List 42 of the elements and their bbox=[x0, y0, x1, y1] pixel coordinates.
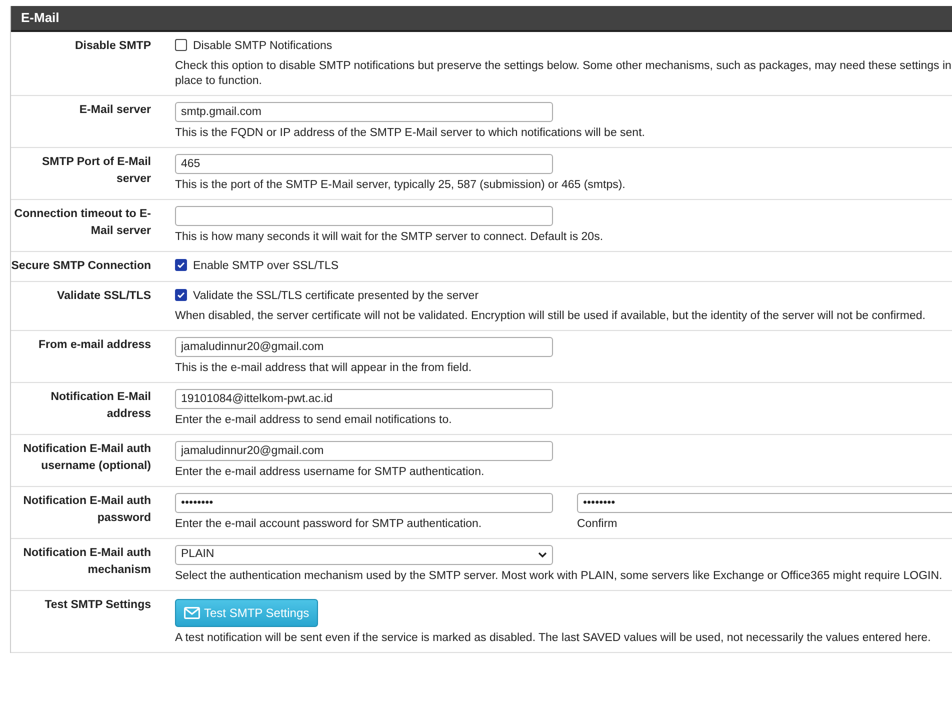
checkbox-label: Enable SMTP over SSL/TLS bbox=[193, 260, 339, 272]
panel-title: E-Mail bbox=[11, 6, 952, 32]
field-label: Notification E-Mail auth password bbox=[22, 494, 151, 526]
input-field[interactable]: smtp.gmail.com bbox=[175, 102, 553, 122]
help-text: Confirm bbox=[577, 516, 618, 532]
help-text: This is the e-mail address that will appear in the from field. bbox=[175, 360, 473, 376]
field-label: From e-mail address bbox=[38, 338, 151, 352]
checkbox[interactable] bbox=[175, 288, 187, 300]
help-text: Enter the e-mail address username for SMTP authentication. bbox=[175, 464, 486, 480]
help-text: A test notification will be sent even if the service is marked as disabled. The last SAVED values will be used, not necessarily the values entered here. bbox=[175, 630, 932, 646]
input-field[interactable]: 19101084@ittelkom-pwt.ac.id bbox=[175, 388, 553, 408]
input-field[interactable]: jamaludinnur20@gmail.com bbox=[175, 440, 553, 460]
field-label: E-Mail server bbox=[78, 102, 151, 118]
field-label: Notification E-Mail address bbox=[50, 390, 151, 422]
dropdown[interactable]: PLAIN bbox=[175, 544, 553, 564]
help-text: Check this option to disable SMTP notifications but preserve the settings below. Some other mechanisms, such as packages, may need these settings in place to function. bbox=[175, 58, 952, 88]
help-text: Enter the e-mail account password for SMTP authentication. bbox=[175, 516, 483, 532]
chevron-icon bbox=[538, 552, 547, 558]
envelope-icon bbox=[184, 606, 200, 618]
confirm-password-field[interactable]: •••••••• bbox=[577, 492, 952, 512]
field-label: Secure SMTP Connection bbox=[11, 258, 151, 274]
field-label: Connection timeout to E-Mail server bbox=[13, 206, 151, 238]
help-text: Select the authentication mechanism used by the SMTP server. Most work with PLAIN, some servers like Exchange or Office365 might require LOGIN. bbox=[175, 568, 944, 584]
field-label: Notification E-Mail auth username (optional) bbox=[22, 442, 151, 474]
help-text: This is how many seconds it will wait for the SMTP server to connect. Default is 20s. bbox=[175, 230, 604, 244]
help-text: This is the FQDN or IP address of the SMTP E-Mail server to which notifications will be sent. bbox=[175, 126, 646, 140]
input-field[interactable]: jamaludinnur20@gmail.com bbox=[175, 336, 553, 356]
field-label: SMTP Port of E-Mail server bbox=[40, 154, 151, 186]
checkbox[interactable] bbox=[175, 258, 187, 270]
password-field[interactable]: •••••••• bbox=[175, 492, 553, 512]
field-label: Test SMTP Settings bbox=[44, 598, 151, 612]
field-label: Validate SSL/TLS bbox=[56, 288, 151, 304]
help-text: This is the port of the SMTP E-Mail server, typically 25, 587 (submission) or 465 (smtps). bbox=[175, 178, 626, 192]
input-field[interactable]: 465 bbox=[175, 154, 553, 174]
checkbox-label: Disable SMTP Notifications bbox=[193, 40, 332, 52]
help-text: When disabled, the server certificate will not be validated. Encryption will still be used if available, but the identity of the server will not be confirmed. bbox=[175, 308, 926, 324]
checkbox-label: Validate the SSL/TLS certificate presented by the server bbox=[193, 290, 479, 302]
help-text: Enter the e-mail address to send email notifications to. bbox=[175, 412, 453, 428]
field-label: Notification E-Mail auth mechanism bbox=[22, 546, 151, 578]
checkbox[interactable] bbox=[175, 38, 187, 50]
field-label: Disable SMTP bbox=[74, 38, 151, 54]
input-field[interactable] bbox=[175, 206, 553, 226]
